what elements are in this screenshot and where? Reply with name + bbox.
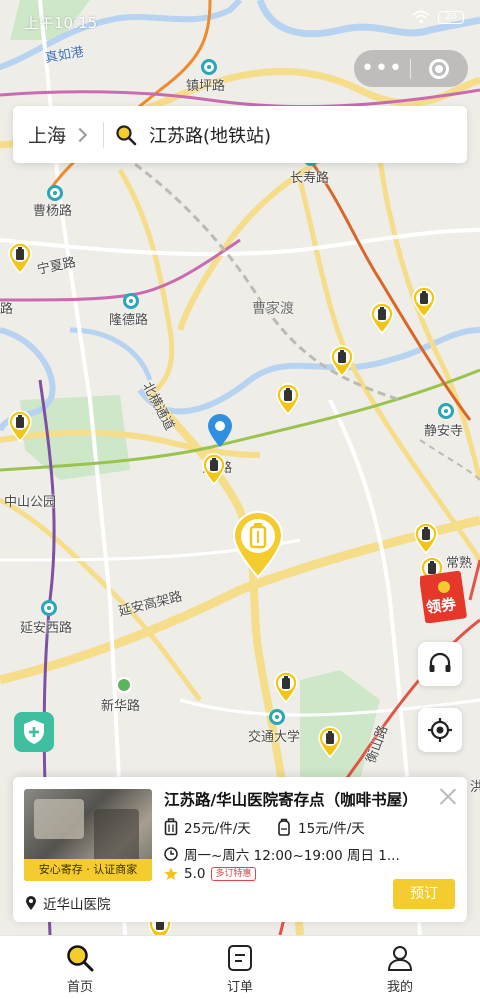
headset-icon: [429, 652, 451, 672]
profile-icon: [387, 946, 413, 971]
location-marker-icon: [26, 896, 36, 910]
price-small: 15元/件/天: [298, 821, 365, 837]
metro-station-zhenping[interactable]: [201, 59, 217, 75]
nearby-row: 近华山医院: [25, 893, 111, 913]
store-title: 江苏路/华山医院寄存点（咖啡书屋）: [164, 791, 418, 809]
map-label-yanan-xilu: 延安西路: [20, 621, 73, 636]
search-input[interactable]: 江苏路(地铁站): [149, 122, 271, 148]
close-target-icon: [429, 58, 449, 79]
chevron-right-icon: [72, 127, 88, 142]
coupon-button[interactable]: 领券: [419, 569, 468, 624]
search-bar[interactable]: 上海 江苏路(地铁站): [13, 106, 467, 163]
tab-home[interactable]: 首页: [0, 936, 160, 999]
storage-pin[interactable]: [330, 345, 354, 377]
storage-pin[interactable]: [274, 671, 298, 703]
map-label-caoyang-lu: 曹杨路: [33, 204, 73, 219]
tab-orders-label: 订单: [226, 980, 253, 995]
map-label-xinhua-lu: 新华路: [101, 699, 141, 714]
status-bar: 上午10:15 20: [0, 0, 480, 40]
map-label-changshou-lu: 长寿路: [290, 171, 330, 186]
luggage-large-icon: [164, 818, 178, 836]
map-label-jiaotong-daxue: 交通大学: [248, 730, 301, 745]
hours-row: 周一~周六 12:00~19:00 周日 1...: [164, 844, 400, 864]
close-miniprogram-button[interactable]: [411, 58, 467, 79]
price-large-row: 25元/件/天: [164, 817, 251, 837]
map-label-jingan-si: 静安寺: [424, 424, 464, 439]
battery-icon: 20: [438, 10, 464, 24]
metro-station-jingan[interactable]: [438, 403, 454, 419]
tab-profile[interactable]: 我的: [320, 936, 480, 999]
metro-station-jiaotong[interactable]: [269, 709, 285, 725]
close-card-button[interactable]: [439, 787, 457, 805]
map-label-lu-left: 路: [0, 302, 14, 317]
coupon-label: 领券: [424, 594, 458, 617]
storage-pin[interactable]: [412, 286, 436, 318]
rating-row: 5.0 多订特惠: [164, 866, 256, 882]
storage-pin[interactable]: [202, 453, 226, 485]
bag-small-icon: [278, 818, 290, 836]
storage-pin[interactable]: [414, 522, 438, 554]
locate-icon: [428, 718, 452, 742]
map-label-zhenping-lu: 镇坪路: [186, 79, 226, 94]
more-menu-icon[interactable]: •••: [354, 57, 410, 79]
city-selector[interactable]: 上海: [13, 121, 88, 148]
current-location-pin-icon: [207, 414, 233, 448]
storage-pin[interactable]: [276, 383, 300, 415]
map-label-longde-lu: 隆德路: [109, 313, 149, 328]
storage-pin[interactable]: [318, 726, 342, 758]
wifi-icon: [412, 10, 430, 24]
metro-station-longde[interactable]: [123, 293, 139, 309]
miniprogram-capsule[interactable]: •••: [354, 50, 468, 87]
rating-value: 5.0: [184, 866, 206, 882]
park-icon: [116, 677, 132, 693]
storage-pin[interactable]: [8, 242, 32, 274]
tab-orders[interactable]: 订单: [160, 936, 320, 999]
metro-station-yanan-xilu[interactable]: [41, 600, 57, 616]
map-label-zhongshan-gongyuan: 中山公园: [4, 495, 57, 510]
storage-pin[interactable]: [370, 302, 394, 334]
store-card[interactable]: 安心寄存 · 认证商家 江苏路/华山医院寄存点（咖啡书屋） 25元/件/天 15…: [13, 777, 467, 922]
certified-badge: 安心寄存 · 认证商家: [24, 859, 152, 881]
storage-pin[interactable]: [8, 410, 32, 442]
price-small-row: 15元/件/天: [276, 817, 365, 837]
city-label: 上海: [28, 125, 67, 147]
map-label-right-edge-2: 洪: [470, 780, 480, 795]
tab-bar: 首页 订单 我的: [0, 935, 480, 999]
tab-profile-label: 我的: [386, 980, 413, 995]
map-label-caojiadu: 曹家渡: [252, 301, 294, 317]
clock-icon: [164, 847, 178, 861]
search-divider: [103, 121, 105, 148]
book-button[interactable]: 预订: [393, 879, 455, 909]
tab-home-label: 首页: [66, 980, 93, 995]
shield-plus-icon: [24, 720, 44, 744]
home-search-icon: [67, 945, 94, 972]
star-icon: [164, 867, 178, 880]
order-icon: [228, 945, 252, 971]
selected-storage-pin[interactable]: [232, 511, 284, 579]
status-time: 上午10:15: [24, 14, 98, 32]
safety-shield-button[interactable]: [14, 712, 54, 752]
customer-service-button[interactable]: [418, 642, 462, 686]
price-large: 25元/件/天: [184, 821, 251, 837]
promo-tag: 多订特惠: [211, 867, 256, 881]
business-hours: 周一~周六 12:00~19:00 周日 1...: [184, 848, 400, 864]
metro-station-caoyang[interactable]: [47, 185, 63, 201]
locate-me-button[interactable]: [418, 708, 462, 752]
search-icon: [116, 124, 137, 145]
nearby-landmark: 近华山医院: [43, 897, 111, 913]
